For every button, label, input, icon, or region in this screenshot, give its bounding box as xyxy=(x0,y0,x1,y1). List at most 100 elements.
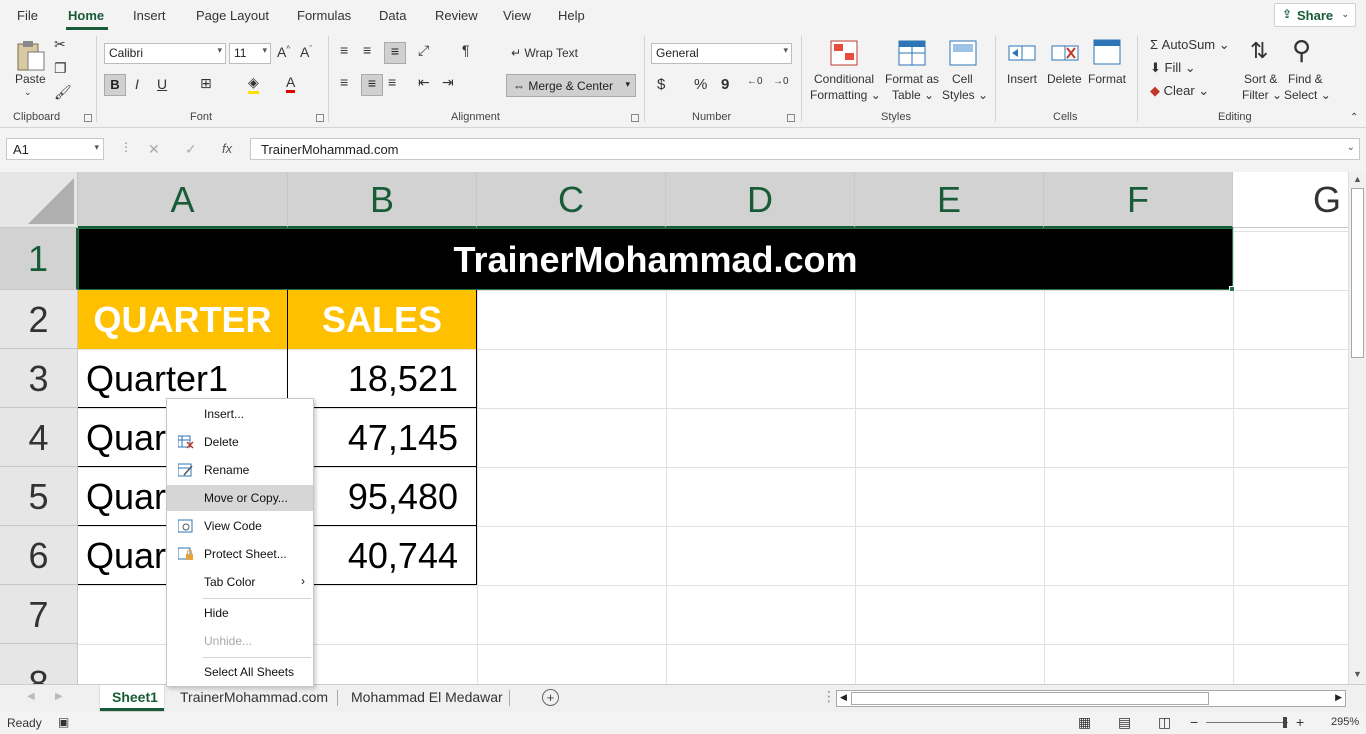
scroll-right-icon[interactable]: ▶ xyxy=(1335,692,1342,703)
tab-review[interactable]: Review xyxy=(435,8,478,23)
tab-home[interactable]: Home xyxy=(68,8,104,23)
paste-button[interactable]: Paste xyxy=(15,72,46,86)
title-cell[interactable]: TrainerMohammad.com xyxy=(78,228,1233,290)
sheet-tab[interactable]: TrainerMohammad.com xyxy=(180,689,328,705)
zoom-out-icon[interactable]: − xyxy=(1190,714,1198,730)
clipboard-launcher-icon[interactable] xyxy=(84,114,92,122)
header-cell-quarter[interactable]: QUARTER xyxy=(78,290,288,349)
format-painter-icon[interactable]: 🖌 xyxy=(54,84,72,101)
column-header[interactable]: F xyxy=(1044,172,1233,228)
tab-help[interactable]: Help xyxy=(558,8,585,23)
column-header[interactable]: A xyxy=(78,172,288,228)
font-color-icon[interactable]: A xyxy=(286,74,296,93)
number-format-select[interactable]: General ▾ xyxy=(651,43,792,64)
column-header[interactable]: B xyxy=(288,172,477,228)
tab-formulas[interactable]: Formulas xyxy=(297,8,351,23)
page-layout-view-icon[interactable]: ▤ xyxy=(1118,714,1131,731)
data-cell[interactable]: 18,521 xyxy=(288,349,477,408)
alignment-launcher-icon[interactable] xyxy=(631,114,639,122)
menu-item-protect-sheet[interactable]: Protect Sheet... xyxy=(167,541,313,567)
decrease-decimal-icon[interactable]: →0 xyxy=(773,76,789,87)
data-cell[interactable]: 47,145 xyxy=(288,408,477,467)
increase-indent-icon[interactable]: ⇥ xyxy=(442,74,454,91)
increase-decimal-icon[interactable]: ←0 xyxy=(747,76,763,87)
decrease-indent-icon[interactable]: ⇤ xyxy=(418,74,430,91)
column-header[interactable]: D xyxy=(666,172,855,228)
menu-item-view-code[interactable]: View Code xyxy=(167,513,313,539)
sort-filter-icon[interactable]: ⇅ xyxy=(1250,38,1268,64)
menu-item-insert[interactable]: Insert... xyxy=(167,401,313,427)
menu-item-select-all-sheets[interactable]: Select All Sheets xyxy=(167,659,313,685)
conditional-formatting-button[interactable]: Conditional xyxy=(814,72,874,86)
fill-color-icon[interactable]: ◈ xyxy=(248,74,259,94)
tab-file[interactable]: File xyxy=(17,8,38,23)
menu-item-move-copy[interactable]: Move or Copy... xyxy=(167,485,313,511)
prev-sheet-icon[interactable]: ◀ xyxy=(27,691,35,702)
tab-data[interactable]: Data xyxy=(379,8,406,23)
tab-insert[interactable]: Insert xyxy=(133,8,166,23)
tab-view[interactable]: View xyxy=(503,8,531,23)
fill-button[interactable]: ⬇ Fill ⌄ xyxy=(1150,60,1196,76)
scroll-down-icon[interactable]: ▼ xyxy=(1353,669,1362,679)
menu-item-tab-color[interactable]: Tab Color › xyxy=(167,569,313,595)
number-launcher-icon[interactable] xyxy=(787,114,795,122)
sort-filter-button[interactable]: Sort & xyxy=(1244,72,1277,86)
paste-icon[interactable] xyxy=(12,38,48,74)
font-name-select[interactable]: Calibri ▾ xyxy=(104,43,226,64)
row-header[interactable]: 6 xyxy=(0,526,78,585)
autosum-button[interactable]: Σ AutoSum ⌄ xyxy=(1150,37,1230,53)
borders-icon[interactable]: ⊞ xyxy=(200,75,212,92)
sheet-tab[interactable]: Mohammad El Medawar xyxy=(351,689,503,705)
scroll-thumb[interactable] xyxy=(1351,188,1364,358)
format-as-table-button[interactable]: Format as xyxy=(885,72,939,86)
chevron-down-icon[interactable]: ⌄ xyxy=(1347,142,1355,153)
insert-function-button[interactable]: fx xyxy=(222,141,232,156)
font-size-select[interactable]: 11 ▾ xyxy=(229,43,271,64)
clear-button[interactable]: ◆ Clear ⌄ xyxy=(1150,83,1209,99)
scroll-thumb[interactable] xyxy=(851,692,1209,705)
page-break-view-icon[interactable]: ◫ xyxy=(1158,714,1171,731)
wrap-text-button[interactable]: ↵ Wrap Text xyxy=(511,46,578,60)
menu-item-delete[interactable]: Delete xyxy=(167,429,313,455)
accessibility-icon[interactable]: ▣ xyxy=(58,715,69,729)
row-header[interactable]: 4 xyxy=(0,408,78,467)
find-select-button[interactable]: Find & xyxy=(1288,72,1323,86)
decrease-font-icon[interactable]: Aˇ xyxy=(300,44,312,60)
zoom-in-icon[interactable]: + xyxy=(1296,714,1304,730)
chevron-down-icon[interactable]: ⌄ xyxy=(24,87,32,98)
delete-cells-button[interactable]: Delete xyxy=(1047,72,1082,86)
bold-button[interactable]: B xyxy=(104,74,126,96)
row-header[interactable]: 1 xyxy=(0,228,78,290)
format-cells-icon[interactable] xyxy=(1093,38,1121,66)
menu-item-hide[interactable]: Hide xyxy=(167,600,313,626)
orientation-icon[interactable]: ⤢ xyxy=(418,42,429,59)
tab-page-layout[interactable]: Page Layout xyxy=(196,8,269,23)
collapse-ribbon-icon[interactable]: ⌃ xyxy=(1350,112,1358,123)
format-cells-button[interactable]: Format xyxy=(1088,72,1126,86)
conditional-formatting-icon[interactable] xyxy=(830,40,858,66)
column-header[interactable]: G xyxy=(1233,172,1348,228)
vertical-scrollbar[interactable]: ▲ ▼ xyxy=(1348,172,1366,684)
text-direction-icon[interactable]: ¶ xyxy=(462,42,470,58)
sheet-tab-active[interactable]: Sheet1 xyxy=(100,685,164,711)
delete-cells-icon[interactable] xyxy=(1051,40,1079,66)
format-as-table-icon[interactable] xyxy=(898,40,926,66)
font-launcher-icon[interactable] xyxy=(316,114,324,122)
share-button[interactable]: ⇪ Share ⌄ xyxy=(1274,3,1356,27)
cut-icon[interactable]: ✂ xyxy=(54,36,66,53)
align-left-icon[interactable]: ≡ xyxy=(340,74,348,90)
underline-button[interactable]: U xyxy=(157,76,167,92)
align-top-icon[interactable]: ≡ xyxy=(340,42,348,58)
percent-button[interactable]: % xyxy=(694,76,707,93)
cancel-icon[interactable]: ✕ xyxy=(148,141,160,158)
column-header[interactable]: E xyxy=(855,172,1044,228)
zoom-slider-thumb[interactable] xyxy=(1283,717,1287,728)
add-sheet-icon[interactable]: + xyxy=(542,689,559,706)
zoom-slider[interactable] xyxy=(1206,722,1288,723)
align-middle-icon[interactable]: ≡ xyxy=(363,42,371,58)
comma-button[interactable]: 9 xyxy=(721,76,729,93)
italic-button[interactable]: I xyxy=(135,76,139,92)
insert-cells-icon[interactable] xyxy=(1008,40,1036,66)
currency-button[interactable]: $ xyxy=(657,76,665,93)
cell-styles-button[interactable]: Cell xyxy=(952,72,973,86)
